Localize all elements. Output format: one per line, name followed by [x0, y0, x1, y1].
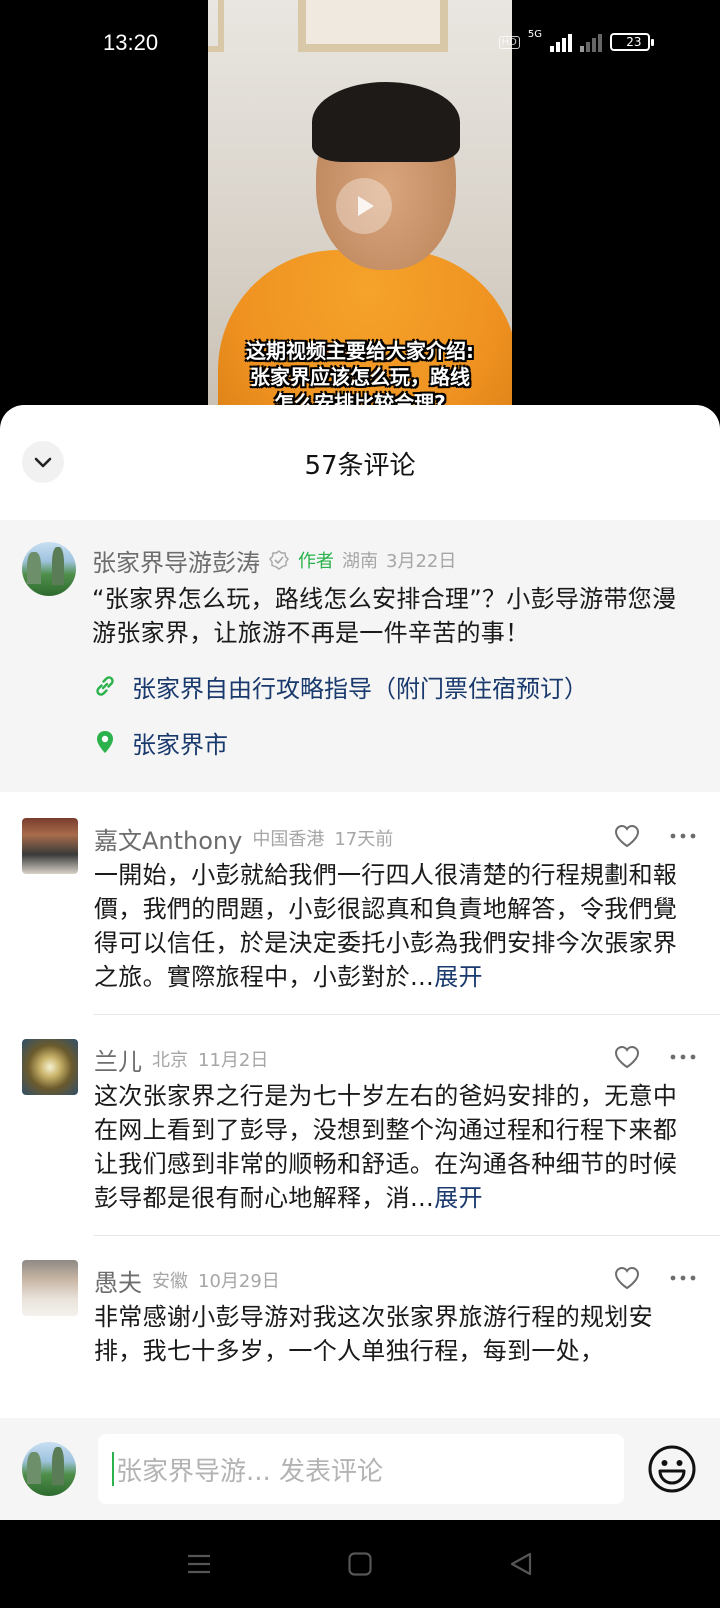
heart-icon[interactable] — [614, 824, 640, 848]
emoji-icon[interactable] — [646, 1443, 698, 1495]
wall-picture-left — [208, 0, 224, 52]
comment-text: 一開始，小彭就給我們一行四人很清楚的行程規劃和報價，我們的問題，小彭很認真和負責… — [94, 861, 678, 991]
location-pin-icon — [97, 731, 113, 753]
comment-input-placeholder: 张家界导游... 发表评论 — [116, 1456, 384, 1487]
heart-icon[interactable] — [614, 1266, 640, 1290]
commenter-avatar[interactable] — [22, 1039, 78, 1095]
video-player[interactable]: 这期视频主要给大家介绍: 张家界应该怎么玩，路线 怎么安排比较合理? — [0, 0, 720, 420]
system-nav-bar — [0, 1520, 720, 1608]
comment-item: 兰儿 北京 11月2日 这次张家界之行是为七十岁左右的爸妈安排的，无意中在网上看… — [0, 1039, 720, 1236]
comment-item: 愚夫 安徽 10月29日 非常感谢小彭导游对我这次张家界旅游行程的规划安排，我七… — [0, 1260, 720, 1388]
battery-percent: 23 — [626, 35, 642, 49]
commenter-name[interactable]: 愚夫 — [94, 1263, 142, 1298]
comment-input[interactable]: 张家界导游... 发表评论 — [98, 1434, 624, 1504]
play-icon[interactable] — [336, 178, 392, 234]
heart-icon[interactable] — [614, 1045, 640, 1069]
author-location: 湖南 — [342, 551, 378, 572]
comment-text: 这次张家界之行是为七十岁左右的爸妈安排的，无意中在网上看到了彭导，没想到整个沟通… — [94, 1082, 678, 1212]
comment-item: 嘉文Anthony 中国香港 17天前 一開始，小彭就給我們一行四人很清楚的行程… — [0, 818, 720, 1015]
post-location-text[interactable]: 张家界市 — [132, 725, 228, 760]
post-link-text[interactable]: 张家界自由行攻略指导（附门票住宿预订） — [132, 669, 588, 704]
author-name[interactable]: 张家界导游彭涛 — [92, 543, 260, 578]
comment-time: 11月2日 — [198, 1050, 269, 1071]
video-caption-line-1: 这期视频主要给大家介绍: — [246, 339, 474, 363]
person-hair — [312, 82, 460, 162]
comment-time: 10月29日 — [198, 1271, 280, 1292]
verified-icon — [269, 550, 289, 570]
author-post: 张家界导游彭涛 作者 湖南 3月22日 “张家界怎么玩，路线怎么安排合理”？小彭… — [0, 520, 720, 792]
commenter-name[interactable]: 兰儿 — [94, 1042, 142, 1077]
expand-link[interactable]: 展开 — [434, 1184, 483, 1212]
post-link[interactable]: 张家界自由行攻略指导（附门票住宿预订） — [92, 666, 698, 706]
network-type: 5G — [527, 28, 542, 40]
home-icon[interactable] — [347, 1551, 373, 1577]
hd-badge: HD — [498, 35, 520, 49]
author-tag: 作者 — [298, 551, 334, 572]
wall-picture — [298, 0, 448, 52]
post-location[interactable]: 张家界市 — [92, 722, 698, 762]
commenter-name[interactable]: 嘉文Anthony — [94, 821, 242, 856]
more-icon[interactable] — [670, 832, 696, 840]
signal-strength-icon — [550, 32, 572, 52]
more-icon[interactable] — [670, 1274, 696, 1282]
status-time: 13:20 — [103, 30, 159, 55]
comment-text: 非常感谢小彭导游对我这次张家界旅游行程的规划安排，我七十多岁，一个人单独行程，每… — [94, 1303, 653, 1365]
comment-location: 中国香港 — [252, 829, 325, 850]
comment-count-title: 57条评论 — [304, 451, 416, 481]
sheet-header: 57条评论 — [0, 405, 720, 520]
author-avatar[interactable] — [22, 542, 76, 596]
more-icon[interactable] — [670, 1053, 696, 1061]
status-icons: HD 5G 23 — [498, 28, 654, 52]
back-icon[interactable] — [508, 1551, 534, 1577]
comment-time: 17天前 — [334, 829, 394, 850]
my-avatar[interactable] — [22, 1442, 76, 1496]
video-caption-line-2: 张家界应该怎么玩，路线 — [250, 365, 470, 389]
link-icon — [96, 676, 114, 696]
comment-input-bar: 张家界导游... 发表评论 — [0, 1418, 720, 1520]
signal-secondary-icon — [580, 32, 602, 52]
comment-sheet: 57条评论 张家界导游彭涛 作者 湖南 3月22日 “张家界怎么玩，路线怎么安排… — [0, 405, 720, 1520]
commenter-avatar[interactable] — [22, 1260, 78, 1316]
text-cursor — [112, 1452, 114, 1486]
menu-icon[interactable] — [186, 1552, 212, 1576]
comment-location: 安徽 — [152, 1271, 188, 1292]
author-date: 3月22日 — [386, 551, 457, 572]
author-post-text: “张家界怎么玩，路线怎么安排合理”？小彭导游带您漫游张家界，让旅游不再是一件辛苦… — [92, 585, 677, 647]
commenter-avatar[interactable] — [22, 818, 78, 874]
battery-icon: 23 — [610, 33, 654, 51]
comment-location: 北京 — [152, 1050, 188, 1071]
video-frame[interactable]: 这期视频主要给大家介绍: 张家界应该怎么玩，路线 怎么安排比较合理? — [208, 0, 512, 420]
comments-list: 嘉文Anthony 中国香港 17天前 一開始，小彭就給我們一行四人很清楚的行程… — [0, 792, 720, 1388]
expand-link[interactable]: 展开 — [434, 963, 483, 991]
